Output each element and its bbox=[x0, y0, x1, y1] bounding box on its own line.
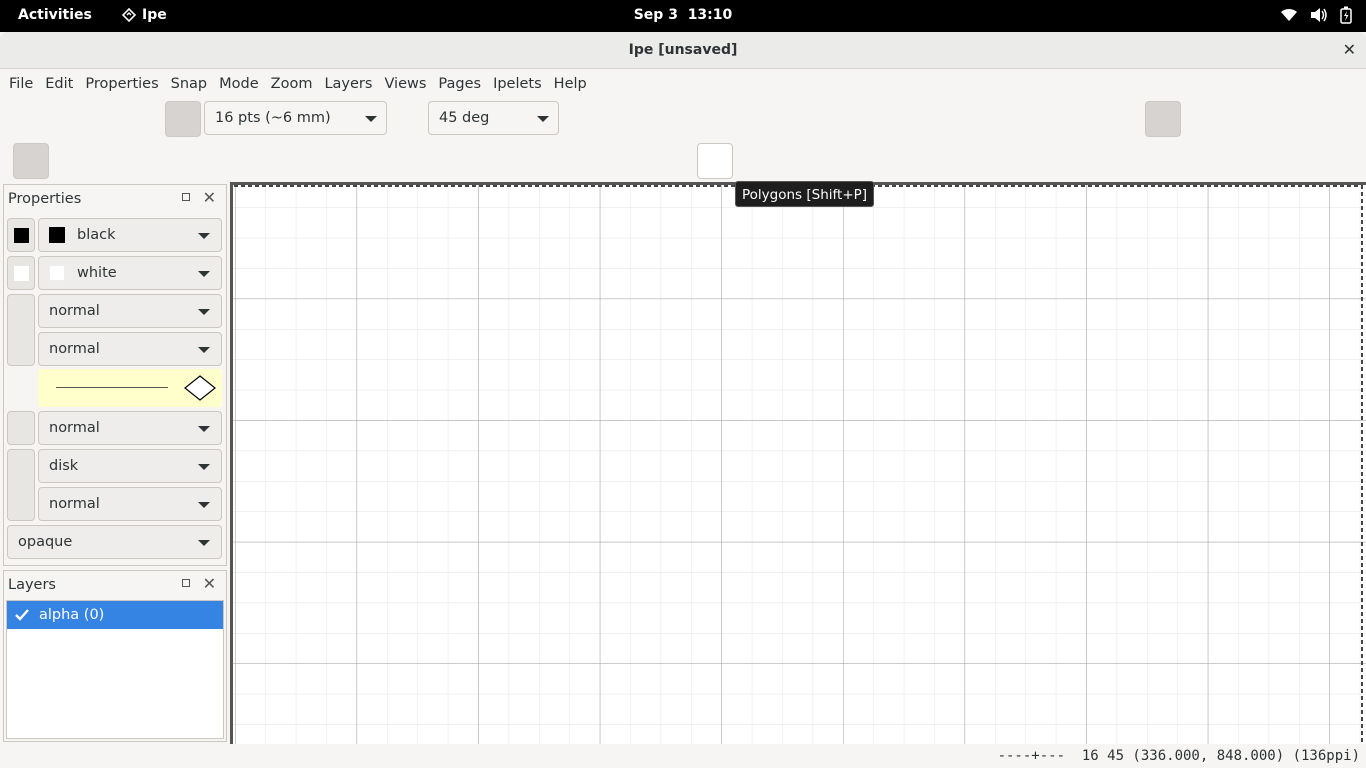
volume-icon bbox=[1311, 8, 1327, 22]
pen-width-select[interactable]: normal bbox=[38, 294, 222, 328]
battery-icon bbox=[1340, 6, 1352, 24]
layers-panel-header: Layers ✕ bbox=[4, 571, 226, 599]
mark-shape-select[interactable]: disk bbox=[38, 449, 222, 483]
polygons-tooltip: Polygons [Shift+P] bbox=[735, 181, 875, 207]
close-panel-icon[interactable]: ✕ bbox=[203, 574, 216, 593]
line-preview bbox=[56, 387, 168, 388]
float-panel-icon[interactable] bbox=[182, 579, 190, 587]
check-icon[interactable] bbox=[15, 609, 29, 621]
menu-properties[interactable]: Properties bbox=[79, 76, 164, 92]
system-top-bar: Activities Ipe Sep 3 13:10 bbox=[0, 0, 1366, 32]
system-tray[interactable] bbox=[1280, 6, 1352, 24]
clock-button[interactable]: Sep 3 13:10 bbox=[634, 7, 733, 23]
pen-dash-lock-button[interactable] bbox=[7, 294, 35, 366]
chevron-down-icon bbox=[198, 233, 210, 239]
fill-color-swatch bbox=[14, 266, 29, 281]
menu-layers[interactable]: Layers bbox=[318, 76, 378, 92]
properties-panel-title: Properties bbox=[8, 191, 82, 207]
white-swatch-icon bbox=[49, 265, 65, 281]
chevron-down-icon bbox=[198, 464, 210, 470]
properties-panel-header: Properties ✕ bbox=[4, 185, 226, 213]
status-bar: ----+--- 16 45 (336.000, 848.000) (136pp… bbox=[0, 744, 1366, 768]
close-panel-icon[interactable]: ✕ bbox=[203, 188, 216, 207]
chevron-down-icon bbox=[198, 502, 210, 508]
black-swatch-icon bbox=[49, 227, 65, 243]
layers-panel-title: Layers bbox=[8, 577, 56, 593]
menu-file[interactable]: File bbox=[3, 76, 39, 92]
activities-button[interactable]: Activities bbox=[18, 7, 92, 23]
angle-value: 45 deg bbox=[439, 110, 490, 126]
chevron-down-icon bbox=[198, 271, 210, 277]
pen-width-value: normal bbox=[49, 303, 100, 319]
text-size-value: normal bbox=[49, 420, 100, 436]
menu-ipelets[interactable]: Ipelets bbox=[487, 76, 548, 92]
window-titlebar[interactable]: Ipe [unsaved] ✕ bbox=[0, 32, 1366, 69]
chevron-down-icon bbox=[537, 116, 549, 122]
dash-style-value: normal bbox=[49, 341, 100, 357]
canvas-grid bbox=[233, 185, 1366, 744]
opacity-select[interactable]: opaque bbox=[7, 525, 222, 559]
status-text: ----+--- 16 45 (336.000, 848.000) (136pp… bbox=[997, 748, 1360, 764]
layer-item-label: alpha (0) bbox=[39, 607, 105, 623]
stroke-color-button[interactable] bbox=[7, 218, 35, 252]
chevron-down-icon bbox=[198, 347, 210, 353]
menu-pages[interactable]: Pages bbox=[432, 76, 487, 92]
symbol-size-value: normal bbox=[49, 496, 100, 512]
app-menu-button[interactable]: Ipe bbox=[122, 7, 167, 23]
menu-zoom[interactable]: Zoom bbox=[265, 76, 319, 92]
menu-edit[interactable]: Edit bbox=[39, 76, 79, 92]
chevron-down-icon bbox=[365, 116, 377, 122]
arrow-head-icon bbox=[184, 375, 216, 401]
symbol-size-select[interactable]: normal bbox=[38, 487, 222, 521]
close-window-button[interactable]: ✕ bbox=[1343, 40, 1356, 59]
dash-style-select[interactable]: normal bbox=[38, 332, 222, 366]
text-size-button[interactable] bbox=[7, 411, 35, 445]
fill-color-select[interactable]: white bbox=[38, 256, 222, 290]
stroke-color-select[interactable]: black bbox=[38, 218, 222, 252]
menu-help[interactable]: Help bbox=[548, 76, 593, 92]
menu-bar: File Edit Properties Snap Mode Zoom Laye… bbox=[0, 69, 1366, 99]
toolbar-button-right[interactable] bbox=[1145, 101, 1181, 137]
opacity-value: opaque bbox=[18, 534, 73, 550]
clock-date: Sep 3 bbox=[633, 7, 678, 23]
layers-list: alpha (0) bbox=[6, 600, 224, 739]
ipe-app-icon bbox=[122, 8, 136, 22]
fill-color-button[interactable] bbox=[7, 256, 35, 290]
layer-item[interactable]: alpha (0) bbox=[7, 601, 223, 629]
chevron-down-icon bbox=[198, 309, 210, 315]
wifi-icon bbox=[1281, 8, 1297, 21]
menu-views[interactable]: Views bbox=[378, 76, 432, 92]
grid-size-value: 16 pts (~6 mm) bbox=[215, 110, 331, 126]
fill-color-value: white bbox=[77, 265, 117, 281]
window-title: Ipe [unsaved] bbox=[628, 42, 738, 58]
mark-lock-button[interactable] bbox=[7, 449, 35, 521]
polygons-mode-button[interactable] bbox=[697, 143, 733, 179]
clock: Sep 3 13:10 bbox=[0, 7, 1366, 23]
angle-select[interactable]: 45 deg bbox=[428, 101, 559, 135]
arrow-style-preview[interactable] bbox=[38, 369, 222, 407]
drawing-canvas[interactable] bbox=[230, 182, 1366, 744]
chevron-down-icon bbox=[198, 426, 210, 432]
stroke-color-swatch bbox=[14, 228, 29, 243]
mark-shape-value: disk bbox=[49, 458, 79, 474]
edit-toolbar-button[interactable] bbox=[13, 143, 49, 179]
chevron-down-icon bbox=[198, 540, 210, 546]
text-size-select[interactable]: normal bbox=[38, 411, 222, 445]
grid-size-select[interactable]: 16 pts (~6 mm) bbox=[204, 101, 387, 135]
app-name: Ipe bbox=[142, 7, 167, 23]
menu-mode[interactable]: Mode bbox=[213, 76, 265, 92]
menu-snap[interactable]: Snap bbox=[165, 76, 213, 92]
snap-toolbar-button[interactable] bbox=[165, 101, 201, 137]
stroke-color-value: black bbox=[77, 227, 116, 243]
clock-time: 13:10 bbox=[687, 7, 733, 23]
float-panel-icon[interactable] bbox=[182, 193, 190, 201]
